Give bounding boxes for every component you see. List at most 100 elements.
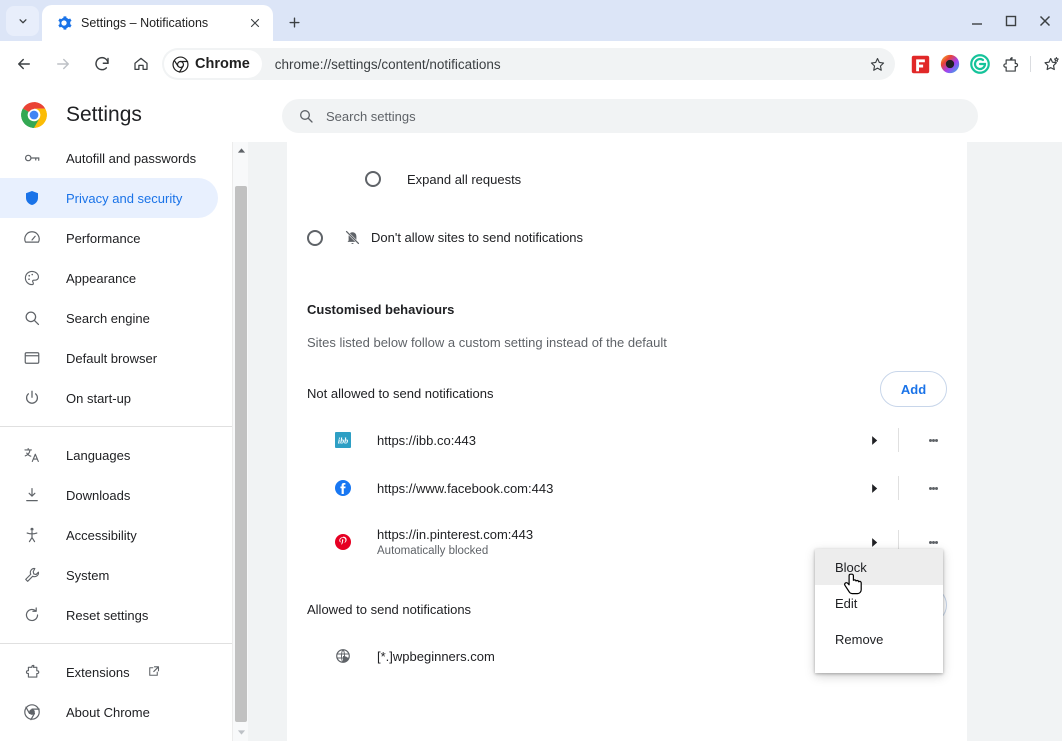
sidebar-item-on-start-up[interactable]: On start-up [0, 378, 218, 418]
context-menu-item-edit[interactable]: Edit [815, 585, 943, 621]
dot [934, 540, 938, 544]
settings-sidebar: You and Google Autofill and passwords Pr… [0, 142, 232, 741]
sidebar-item-about-chrome[interactable]: About Chrome [0, 692, 218, 732]
page-title: Settings [66, 102, 142, 126]
forward-button[interactable] [47, 48, 79, 80]
translate-icon [22, 445, 42, 465]
maximize-button[interactable] [994, 0, 1028, 41]
scroll-down-icon[interactable] [233, 724, 249, 741]
minimize-button[interactable] [960, 0, 994, 41]
sparkle-star-icon[interactable] [1036, 48, 1062, 80]
tab-search-button[interactable] [6, 6, 39, 36]
chevron-down-icon [18, 19, 27, 24]
back-button[interactable] [8, 48, 40, 80]
sidebar-item-autofill-and-passwords[interactable]: Autofill and passwords [0, 142, 218, 178]
colorful-circle-icon[interactable] [935, 48, 965, 80]
tab-title: Settings – Notifications [81, 16, 209, 30]
sidebar-item-appearance[interactable]: Appearance [0, 258, 218, 298]
gear-icon [56, 15, 72, 31]
grammarly-icon[interactable] [965, 48, 995, 80]
sidebar-item-languages[interactable]: Languages [0, 435, 218, 475]
customised-behaviours-subtitle: Sites listed below follow a custom setti… [307, 335, 667, 350]
site-name: https://in.pinterest.com:443 [377, 527, 534, 542]
radio-label: Expand all requests [407, 171, 522, 187]
expand-arrow-icon[interactable] [862, 537, 886, 548]
chrome-icon [22, 702, 42, 722]
accessibility-icon [22, 525, 42, 545]
allowed-group-label: Allowed to send notifications [307, 602, 472, 617]
radio-icon [365, 171, 381, 187]
browser-tab[interactable]: Settings – Notifications [42, 5, 273, 41]
sidebar-item-search-engine[interactable]: Search engine [0, 298, 218, 338]
sidebar-item-system[interactable]: System [0, 555, 218, 595]
close-window-button[interactable] [1028, 0, 1062, 41]
row-menu-button[interactable] [919, 474, 947, 502]
close-icon[interactable] [245, 13, 265, 33]
search-icon [300, 110, 313, 123]
address-bar[interactable]: Chrome chrome://settings/content/notific… [162, 48, 895, 80]
radio-label: Don't allow sites to send notifications [371, 230, 584, 245]
sidebar-divider [0, 426, 232, 427]
sidebar-item-default-browser[interactable]: Default browser [0, 338, 218, 378]
toolbar-divider [1030, 56, 1031, 72]
sidebar-item-accessibility[interactable]: Accessibility [0, 515, 218, 555]
sidebar-item-extensions[interactable]: Extensions [0, 652, 218, 692]
pinterest-favicon [335, 534, 351, 550]
sidebar-scrollbar-thumb[interactable] [235, 186, 247, 722]
sidebar-item-label: Languages [66, 447, 131, 463]
reload-button[interactable] [86, 48, 118, 80]
sidebar-item-label: Autofill and passwords [66, 150, 197, 166]
radio-icon [307, 229, 323, 246]
sidebar-item-label: Reset settings [66, 607, 149, 623]
open-in-new-icon [146, 664, 162, 680]
dot [934, 486, 938, 490]
context-menu-item-remove[interactable]: Remove [815, 621, 943, 657]
search-settings-input[interactable]: Search settings [282, 99, 978, 133]
row-menu-button[interactable] [919, 426, 947, 454]
plus-icon [288, 16, 300, 28]
sidebar-scrollbar[interactable] [232, 142, 248, 741]
sidebar-item-label: Performance [66, 230, 141, 246]
context-menu-item-block[interactable]: Block [815, 549, 943, 585]
row-divider [898, 428, 899, 452]
power-icon [22, 388, 42, 408]
chrome-chip: Chrome [164, 50, 262, 78]
sidebar-item-label: Search engine [66, 310, 150, 326]
table-row[interactable]: ibb https://ibb.co:443 [307, 416, 947, 464]
blocked-group-label: Not allowed to send notifications [307, 386, 494, 401]
expand-arrow-icon[interactable] [862, 435, 886, 446]
facebook-favicon [335, 480, 351, 496]
speedometer-icon [22, 228, 42, 248]
extensions-puzzle-icon[interactable] [995, 48, 1025, 80]
radio-dont-allow-notifications[interactable]: Don't allow sites to send notifications [307, 229, 583, 246]
dot [934, 438, 938, 442]
home-button[interactable] [125, 48, 157, 80]
wrench-icon [22, 565, 42, 585]
expand-arrow-icon[interactable] [862, 483, 886, 494]
site-name: https://ibb.co:443 [377, 432, 477, 448]
ibb-favicon: ibb [335, 432, 351, 448]
sidebar-item-privacy-and-security[interactable]: Privacy and security [0, 178, 218, 218]
browser-window-icon [22, 348, 42, 368]
site-text: https://in.pinterest.com:443 Automatical… [377, 527, 862, 557]
flipboard-icon[interactable] [905, 48, 935, 80]
radio-expand-all-requests[interactable]: Expand all requests [365, 171, 521, 187]
shield-icon [22, 188, 42, 208]
restore-icon [22, 605, 42, 625]
add-blocked-site-button[interactable]: Add [880, 371, 947, 407]
puzzle-icon [22, 662, 42, 682]
chrome-chip-label: Chrome [195, 56, 250, 72]
sidebar-item-label: On start-up [66, 390, 132, 406]
sidebar-item-label: Appearance [66, 270, 137, 286]
scroll-up-icon[interactable] [233, 142, 249, 159]
bookmark-star-icon[interactable] [863, 50, 891, 78]
globe-favicon [335, 648, 351, 664]
table-row[interactable]: https://www.facebook.com:443 [307, 464, 947, 512]
sidebar-item-performance[interactable]: Performance [0, 218, 218, 258]
palette-icon [22, 268, 42, 288]
new-tab-button[interactable] [281, 9, 307, 35]
site-text: https://ibb.co:443 [377, 433, 862, 448]
sidebar-item-reset-settings[interactable]: Reset settings [0, 595, 218, 635]
site-text: https://www.facebook.com:443 [377, 481, 862, 496]
sidebar-item-downloads[interactable]: Downloads [0, 475, 218, 515]
